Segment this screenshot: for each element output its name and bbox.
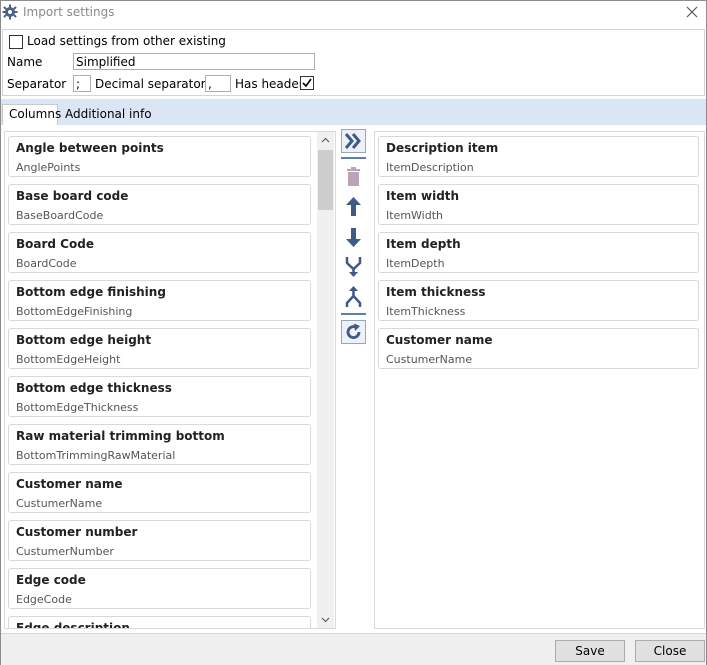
column-list-item[interactable]: Base board code BaseBoardCode bbox=[8, 184, 311, 225]
column-key: BottomEdgeHeight bbox=[16, 353, 121, 366]
scroll-down-icon[interactable] bbox=[317, 611, 334, 628]
column-title: Customer name bbox=[386, 333, 493, 347]
column-title: Item width bbox=[386, 189, 460, 203]
import-settings-window: Import settings Load settings from other… bbox=[0, 0, 707, 665]
window-title: Import settings bbox=[23, 5, 115, 19]
column-title: Bottom edge height bbox=[16, 333, 152, 347]
refresh-icon bbox=[346, 323, 361, 339]
column-title: Raw material trimming bottom bbox=[16, 429, 225, 443]
column-key: CustumerName bbox=[386, 353, 473, 366]
column-title: Edge description bbox=[16, 621, 130, 629]
column-list-item[interactable]: Item width ItemWidth bbox=[378, 184, 699, 225]
column-list-item[interactable]: Bottom edge finishing BottomEdgeFinishing bbox=[8, 280, 311, 321]
gear-icon bbox=[2, 4, 18, 20]
checkmark-icon bbox=[302, 78, 312, 88]
title-bar: Import settings bbox=[1, 1, 706, 25]
column-key: BaseBoardCode bbox=[16, 209, 104, 222]
delete-icon bbox=[347, 167, 360, 186]
add-all-icon bbox=[344, 133, 361, 149]
columns-tab-content: Angle between points AnglePoints Base boar… bbox=[1, 125, 706, 632]
close-button[interactable]: Close bbox=[635, 640, 705, 662]
tab-columns[interactable]: Columns bbox=[2, 104, 61, 125]
column-list-item[interactable]: Customer name CustumerName bbox=[8, 472, 311, 513]
column-title: Bottom edge finishing bbox=[16, 285, 166, 299]
delete-button[interactable] bbox=[341, 165, 366, 189]
column-title: Base board code bbox=[16, 189, 129, 203]
column-list-item[interactable]: Item thickness ItemThickness bbox=[378, 280, 699, 321]
has-header-label: Has header bbox=[235, 77, 304, 91]
column-list-item[interactable]: Description item ItemDescription bbox=[378, 136, 699, 177]
column-title: Edge code bbox=[16, 573, 86, 587]
column-key: CustumerName bbox=[16, 497, 103, 510]
column-title: Item depth bbox=[386, 237, 461, 251]
move-up-button[interactable] bbox=[341, 195, 366, 219]
vertical-scrollbar[interactable] bbox=[317, 132, 334, 628]
column-title: Customer name bbox=[16, 477, 123, 491]
column-list-item[interactable]: Board Code BoardCode bbox=[8, 232, 311, 273]
decimal-separator-label: Decimal separator bbox=[95, 77, 206, 91]
split-button[interactable] bbox=[341, 285, 366, 309]
column-title: Customer number bbox=[16, 525, 138, 539]
column-list-item[interactable]: Edge description bbox=[8, 616, 311, 629]
column-key: EdgeCode bbox=[16, 593, 72, 606]
move-up-icon bbox=[346, 197, 361, 216]
split-icon bbox=[345, 286, 362, 307]
column-key: ItemDepth bbox=[386, 257, 445, 270]
column-key: BottomTrimmingRawMaterial bbox=[16, 449, 176, 462]
available-columns-list: Angle between points AnglePoints Base boar… bbox=[4, 131, 336, 629]
settings-group: Load settings from other existing Name S… bbox=[2, 29, 705, 96]
scroll-thumb[interactable] bbox=[318, 150, 333, 210]
scroll-up-icon[interactable] bbox=[317, 132, 334, 149]
column-list-item[interactable]: Edge code EdgeCode bbox=[8, 568, 311, 609]
column-key: ItemWidth bbox=[386, 209, 443, 222]
column-key: BoardCode bbox=[16, 257, 77, 270]
column-list-item[interactable]: Angle between points AnglePoints bbox=[8, 136, 311, 177]
toolbar-separator bbox=[341, 157, 366, 159]
column-key: AnglePoints bbox=[16, 161, 81, 174]
selected-columns-list: Description item ItemDescription Item widt… bbox=[374, 131, 705, 629]
load-settings-checkbox[interactable] bbox=[9, 35, 23, 49]
column-title: Description item bbox=[386, 141, 499, 155]
column-key: CustumerNumber bbox=[16, 545, 114, 558]
separator-field[interactable]: ; bbox=[73, 75, 91, 92]
load-settings-label: Load settings from other existing bbox=[27, 34, 226, 48]
column-title: Bottom edge thickness bbox=[16, 381, 172, 395]
column-list-item[interactable]: Item depth ItemDepth bbox=[378, 232, 699, 273]
column-key: ItemDescription bbox=[386, 161, 474, 174]
move-down-icon bbox=[346, 228, 361, 247]
dialog-button-bar: Save Close bbox=[1, 633, 706, 665]
column-list-item[interactable]: Raw material trimming bottom BottomTrimmi… bbox=[8, 424, 311, 465]
column-title: Angle between points bbox=[16, 141, 164, 155]
column-list-item[interactable]: Bottom edge height BottomEdgeHeight bbox=[8, 328, 311, 369]
column-key: BottomEdgeThickness bbox=[16, 401, 139, 414]
merge-button[interactable] bbox=[341, 255, 366, 279]
column-list-item[interactable]: Customer number CustumerNumber bbox=[8, 520, 311, 561]
add-all-button[interactable] bbox=[341, 129, 366, 153]
decimal-separator-field[interactable]: , bbox=[205, 75, 231, 92]
column-title: Item thickness bbox=[386, 285, 486, 299]
column-key: BottomEdgeFinishing bbox=[16, 305, 133, 318]
tab-strip: Columns Additional info bbox=[1, 99, 706, 125]
toolbar-separator bbox=[341, 313, 366, 315]
close-icon[interactable] bbox=[683, 3, 701, 21]
move-down-button[interactable] bbox=[341, 225, 366, 249]
has-header-checkbox[interactable] bbox=[300, 76, 314, 90]
column-key: ItemThickness bbox=[386, 305, 466, 318]
column-list-item[interactable]: Bottom edge thickness BottomEdgeThickness bbox=[8, 376, 311, 417]
merge-icon bbox=[345, 257, 362, 277]
name-label: Name bbox=[7, 55, 43, 69]
column-title: Board Code bbox=[16, 237, 94, 251]
column-list-item[interactable]: Customer name CustumerName bbox=[378, 328, 699, 369]
tab-additional-info[interactable]: Additional info bbox=[59, 105, 158, 125]
name-field[interactable]: Simplified bbox=[73, 53, 315, 70]
save-button[interactable]: Save bbox=[555, 640, 625, 662]
refresh-button[interactable] bbox=[341, 320, 366, 344]
separator-label: Separator bbox=[7, 77, 67, 91]
